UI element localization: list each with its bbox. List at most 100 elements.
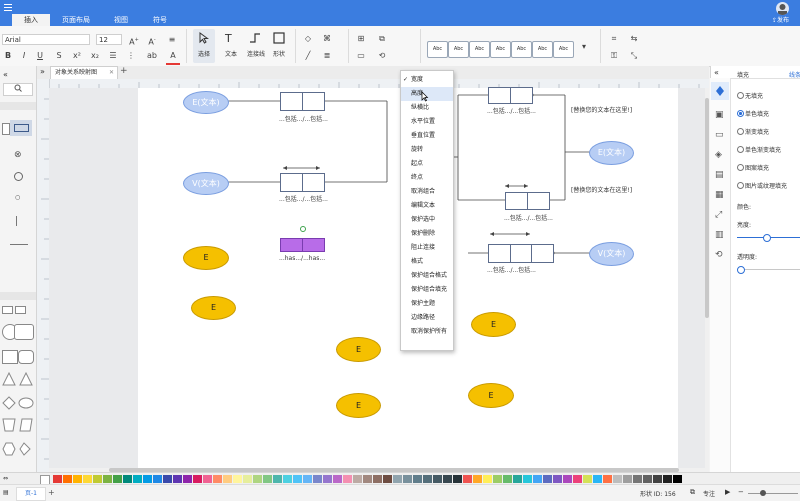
color-swatch[interactable]: [583, 475, 592, 483]
layout-icon[interactable]: ⧉: [690, 488, 695, 497]
color-swatch[interactable]: [383, 475, 392, 483]
color-swatch[interactable]: [443, 475, 452, 483]
color-swatch[interactable]: [73, 475, 82, 483]
color-swatch[interactable]: [233, 475, 242, 483]
color-swatch[interactable]: [453, 475, 462, 483]
fill-panel-icon[interactable]: [711, 82, 729, 100]
entity-e-short[interactable]: E: [471, 312, 516, 337]
image-panel-icon[interactable]: ▣: [715, 110, 724, 120]
relation-shape[interactable]: [488, 244, 554, 263]
color-swatch[interactable]: [593, 475, 602, 483]
menu-item-format[interactable]: 格式: [401, 255, 453, 269]
color-swatch[interactable]: [123, 475, 132, 483]
fullscreen-icon[interactable]: ▶: [725, 488, 730, 496]
relation-shape[interactable]: [280, 92, 325, 111]
color-swatch[interactable]: [203, 475, 212, 483]
page-panel-icon[interactable]: ▭: [715, 130, 724, 140]
color-swatch[interactable]: [193, 475, 202, 483]
color-swatch[interactable]: [543, 475, 552, 483]
fill-option-radio[interactable]: [737, 164, 744, 171]
document-panel-icon[interactable]: ▤: [715, 170, 724, 180]
color-swatch[interactable]: [483, 475, 492, 483]
entity-v[interactable]: V(文本): [183, 172, 229, 195]
menu-item-width[interactable]: ✓ 宽度: [401, 73, 453, 87]
color-swatch[interactable]: [423, 475, 432, 483]
rotate-handle[interactable]: [300, 226, 306, 232]
transparency-slider[interactable]: [737, 269, 800, 270]
color-swatch[interactable]: [413, 475, 422, 483]
color-swatch[interactable]: [473, 475, 482, 483]
entity-e-short[interactable]: E: [183, 246, 229, 270]
menu-item-start-point[interactable]: 起点: [401, 157, 453, 171]
add-page-icon[interactable]: +: [48, 488, 55, 497]
menu-item-protect-selection[interactable]: 保护选中: [401, 213, 453, 227]
comment-text[interactable]: [替换您的文本在这里!]: [571, 105, 632, 114]
color-swatch[interactable]: [133, 475, 142, 483]
fit-panel-icon[interactable]: ⤢: [715, 210, 722, 220]
color-swatch[interactable]: [373, 475, 382, 483]
menu-item-rotation[interactable]: 旋转: [401, 143, 453, 157]
color-swatch[interactable]: [83, 475, 92, 483]
color-swatch[interactable]: [653, 475, 662, 483]
color-swatch[interactable]: [563, 475, 572, 483]
color-swatch[interactable]: [273, 475, 282, 483]
color-swatch[interactable]: [663, 475, 672, 483]
page-list-icon[interactable]: ▤: [3, 489, 9, 496]
color-swatch[interactable]: [173, 475, 182, 483]
palette-toggle-icon[interactable]: ⇔: [3, 475, 8, 482]
brightness-slider-thumb[interactable]: [762, 234, 771, 242]
color-swatch[interactable]: [613, 475, 622, 483]
color-swatch[interactable]: [253, 475, 262, 483]
layers-icon[interactable]: ◈: [715, 150, 722, 160]
history-icon[interactable]: ⟲: [715, 250, 723, 260]
color-swatch[interactable]: [363, 475, 372, 483]
color-swatch[interactable]: [313, 475, 322, 483]
color-swatch[interactable]: [93, 475, 102, 483]
present-panel-icon[interactable]: ▥: [715, 230, 724, 240]
menu-item-vertical-position[interactable]: 垂直位置: [401, 129, 453, 143]
fill-option-radio[interactable]: [737, 110, 744, 117]
page-tab[interactable]: 页-1: [16, 487, 46, 501]
zoom-out-icon[interactable]: −: [738, 488, 744, 496]
color-swatch[interactable]: [353, 475, 362, 483]
menu-item-end-point[interactable]: 终点: [401, 171, 453, 185]
collapse-panel-icon[interactable]: «: [714, 68, 719, 77]
entity-e[interactable]: E(文本): [183, 91, 229, 114]
zoom-slider-thumb[interactable]: [760, 490, 766, 496]
entity-v[interactable]: V(文本): [589, 242, 634, 266]
relation-shape[interactable]: [505, 192, 550, 210]
color-swatch[interactable]: [163, 475, 172, 483]
focus-mode-button[interactable]: 专注: [703, 489, 715, 498]
color-swatch[interactable]: [493, 475, 502, 483]
fill-option-radio[interactable]: [737, 92, 744, 99]
color-swatch[interactable]: [263, 475, 272, 483]
color-swatch[interactable]: [533, 475, 542, 483]
color-swatch[interactable]: [283, 475, 292, 483]
color-swatch[interactable]: [623, 475, 632, 483]
vertical-scroll-thumb[interactable]: [705, 98, 709, 318]
color-swatch[interactable]: [303, 475, 312, 483]
color-swatch[interactable]: [223, 475, 232, 483]
color-swatch[interactable]: [63, 475, 72, 483]
color-swatch[interactable]: [183, 475, 192, 483]
color-swatch[interactable]: [53, 475, 62, 483]
color-swatch[interactable]: [433, 475, 442, 483]
color-swatch[interactable]: [603, 475, 612, 483]
transparency-slider-thumb[interactable]: [737, 266, 745, 274]
color-swatch[interactable]: [463, 475, 472, 483]
color-swatch[interactable]: [103, 475, 112, 483]
menu-item-edit-text[interactable]: 编辑文本: [401, 199, 453, 213]
color-swatch[interactable]: [333, 475, 342, 483]
menu-item-ungroup[interactable]: 取消组合: [401, 185, 453, 199]
data-panel-icon[interactable]: ▦: [715, 190, 724, 200]
color-swatch[interactable]: [573, 475, 582, 483]
color-swatch[interactable]: [393, 475, 402, 483]
fill-option-radio[interactable]: [737, 182, 744, 189]
fill-option-radio[interactable]: [737, 146, 744, 153]
color-swatch[interactable]: [143, 475, 152, 483]
color-swatch[interactable]: [673, 475, 682, 483]
comment-text[interactable]: [替换您的文本在这里!]: [571, 185, 632, 194]
color-swatch[interactable]: [243, 475, 252, 483]
vertical-scrollbar[interactable]: [705, 88, 709, 472]
menu-item-horizontal-position[interactable]: 水平位置: [401, 115, 453, 129]
